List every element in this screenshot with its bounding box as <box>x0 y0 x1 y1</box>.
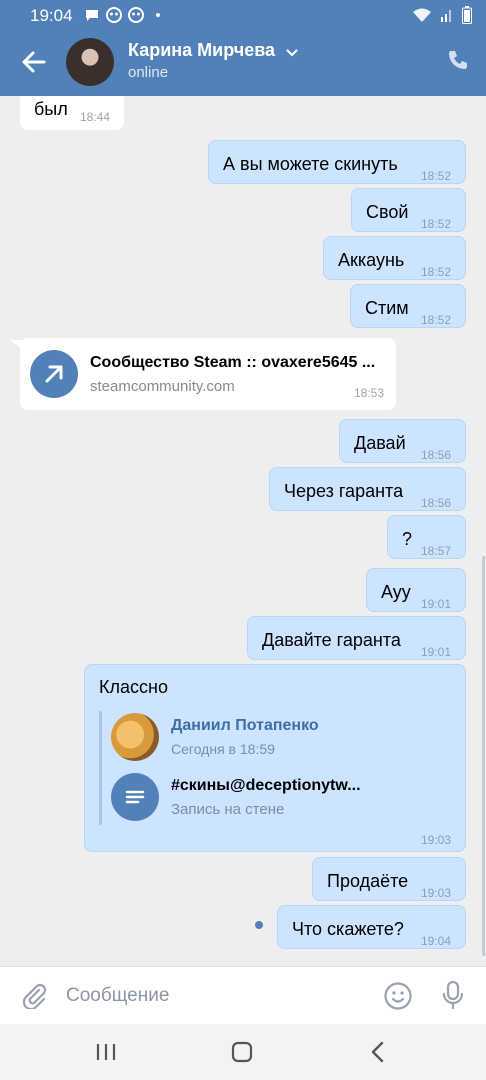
contact-status: online <box>128 64 169 81</box>
phone-icon[interactable] <box>446 48 470 72</box>
message-time: 19:01 <box>421 645 452 659</box>
author-avatar[interactable] <box>111 713 159 761</box>
paperclip-icon[interactable] <box>20 981 48 1011</box>
link-title: Сообщество Steam :: ovaxere5645 ... <box>90 354 376 371</box>
contact-avatar[interactable] <box>66 38 114 86</box>
message-outgoing[interactable]: ? 18:57 <box>387 515 466 559</box>
message-text: Давай <box>354 433 406 453</box>
message-time: 19:03 <box>421 886 452 900</box>
message-outgoing[interactable]: Аккаунь 18:52 <box>323 236 466 280</box>
forward-date: Сегодня в 18:59 <box>171 741 275 757</box>
app-notification-icon-2 <box>128 7 144 23</box>
contact-name-text: Карина Мирчева <box>128 40 276 60</box>
wall-post-icon <box>111 773 159 821</box>
wall-post-title[interactable]: #скины@deceptionytw... <box>171 777 361 795</box>
message-text: Что скажете? <box>292 919 404 939</box>
message-time: 18:52 <box>421 313 452 327</box>
message-notification-icon <box>84 7 100 23</box>
scrollbar[interactable] <box>482 556 485 956</box>
message-time: 18:52 <box>421 265 452 279</box>
compose-bar <box>0 966 486 1024</box>
back-arrow-icon[interactable] <box>20 48 48 76</box>
message-outgoing[interactable]: Через гаранта 18:56 <box>269 467 466 511</box>
link-url: steamcommunity.com <box>90 378 235 395</box>
message-list[interactable]: был 18:44 А вы можете скинуть 18:52 Свой… <box>0 96 486 966</box>
wall-post-subtitle: Запись на стене <box>171 801 285 818</box>
chevron-down-icon <box>286 41 298 62</box>
message-outgoing[interactable]: Ауу 19:01 <box>366 568 466 612</box>
message-time: 19:01 <box>421 597 452 611</box>
message-text: Свой <box>366 202 409 222</box>
smile-icon[interactable] <box>383 981 413 1011</box>
message-outgoing[interactable]: Свой 18:52 <box>351 188 466 232</box>
message-time: 18:56 <box>421 496 452 510</box>
message-outgoing[interactable]: Давай 18:56 <box>339 419 466 463</box>
home-icon[interactable] <box>228 1040 256 1064</box>
recent-apps-icon[interactable] <box>92 1040 120 1064</box>
author-name[interactable]: Даниил Потапенко <box>171 717 319 735</box>
message-text: Продаёте <box>327 871 409 891</box>
unread-indicator <box>255 921 263 929</box>
message-text: Классно <box>99 677 168 697</box>
message-incoming[interactable]: был 18:44 <box>20 96 124 130</box>
message-time: 18:44 <box>80 110 111 124</box>
status-bar: 19:04 <box>0 0 486 32</box>
message-text: Ауу <box>381 582 411 602</box>
message-outgoing[interactable]: А вы можете скинуть 18:52 <box>208 140 466 184</box>
message-time: 18:52 <box>421 169 452 183</box>
message-text: Стим <box>365 298 409 318</box>
system-nav-bar <box>0 1024 486 1080</box>
message-outgoing[interactable]: Продаёте 19:03 <box>312 857 466 901</box>
message-text: Давайте гаранта <box>262 630 401 650</box>
message-outgoing[interactable]: Стим 18:52 <box>350 284 466 328</box>
microphone-icon[interactable] <box>440 980 466 1010</box>
battery-icon <box>462 6 472 29</box>
message-time: 18:57 <box>421 544 452 558</box>
signal-icon <box>440 7 454 28</box>
message-text: ? <box>402 529 413 549</box>
message-time: 19:04 <box>421 934 452 948</box>
message-text: был <box>34 99 68 119</box>
message-text: Аккаунь <box>338 250 405 270</box>
message-time: 19:03 <box>420 833 451 847</box>
message-forwarded[interactable]: Классно Даниил Потапенко Сегодня в 18:59… <box>84 664 466 852</box>
message-time: 18:52 <box>421 217 452 231</box>
quote-bar <box>99 711 102 825</box>
message-text: Через гаранта <box>284 481 404 501</box>
message-text: А вы можете скинуть <box>223 154 398 174</box>
message-outgoing[interactable]: Что скажете? 19:04 <box>277 905 466 949</box>
dot-icon <box>150 7 166 23</box>
message-input[interactable] <box>66 979 366 1013</box>
chat-header: 19:04 Карина Мирчева online <box>0 0 486 96</box>
wifi-icon <box>412 7 432 28</box>
link-attachment[interactable]: Сообщество Steam :: ovaxere5645 ... stea… <box>20 338 396 410</box>
message-time: 18:53 <box>353 386 384 400</box>
message-time: 18:56 <box>421 448 452 462</box>
status-time: 19:04 <box>30 6 73 25</box>
external-link-icon <box>30 350 78 398</box>
back-icon[interactable] <box>364 1040 392 1064</box>
app-notification-icon <box>106 7 122 23</box>
message-outgoing[interactable]: Давайте гаранта 19:01 <box>247 616 466 660</box>
contact-name[interactable]: Карина Мирчева <box>128 40 298 62</box>
